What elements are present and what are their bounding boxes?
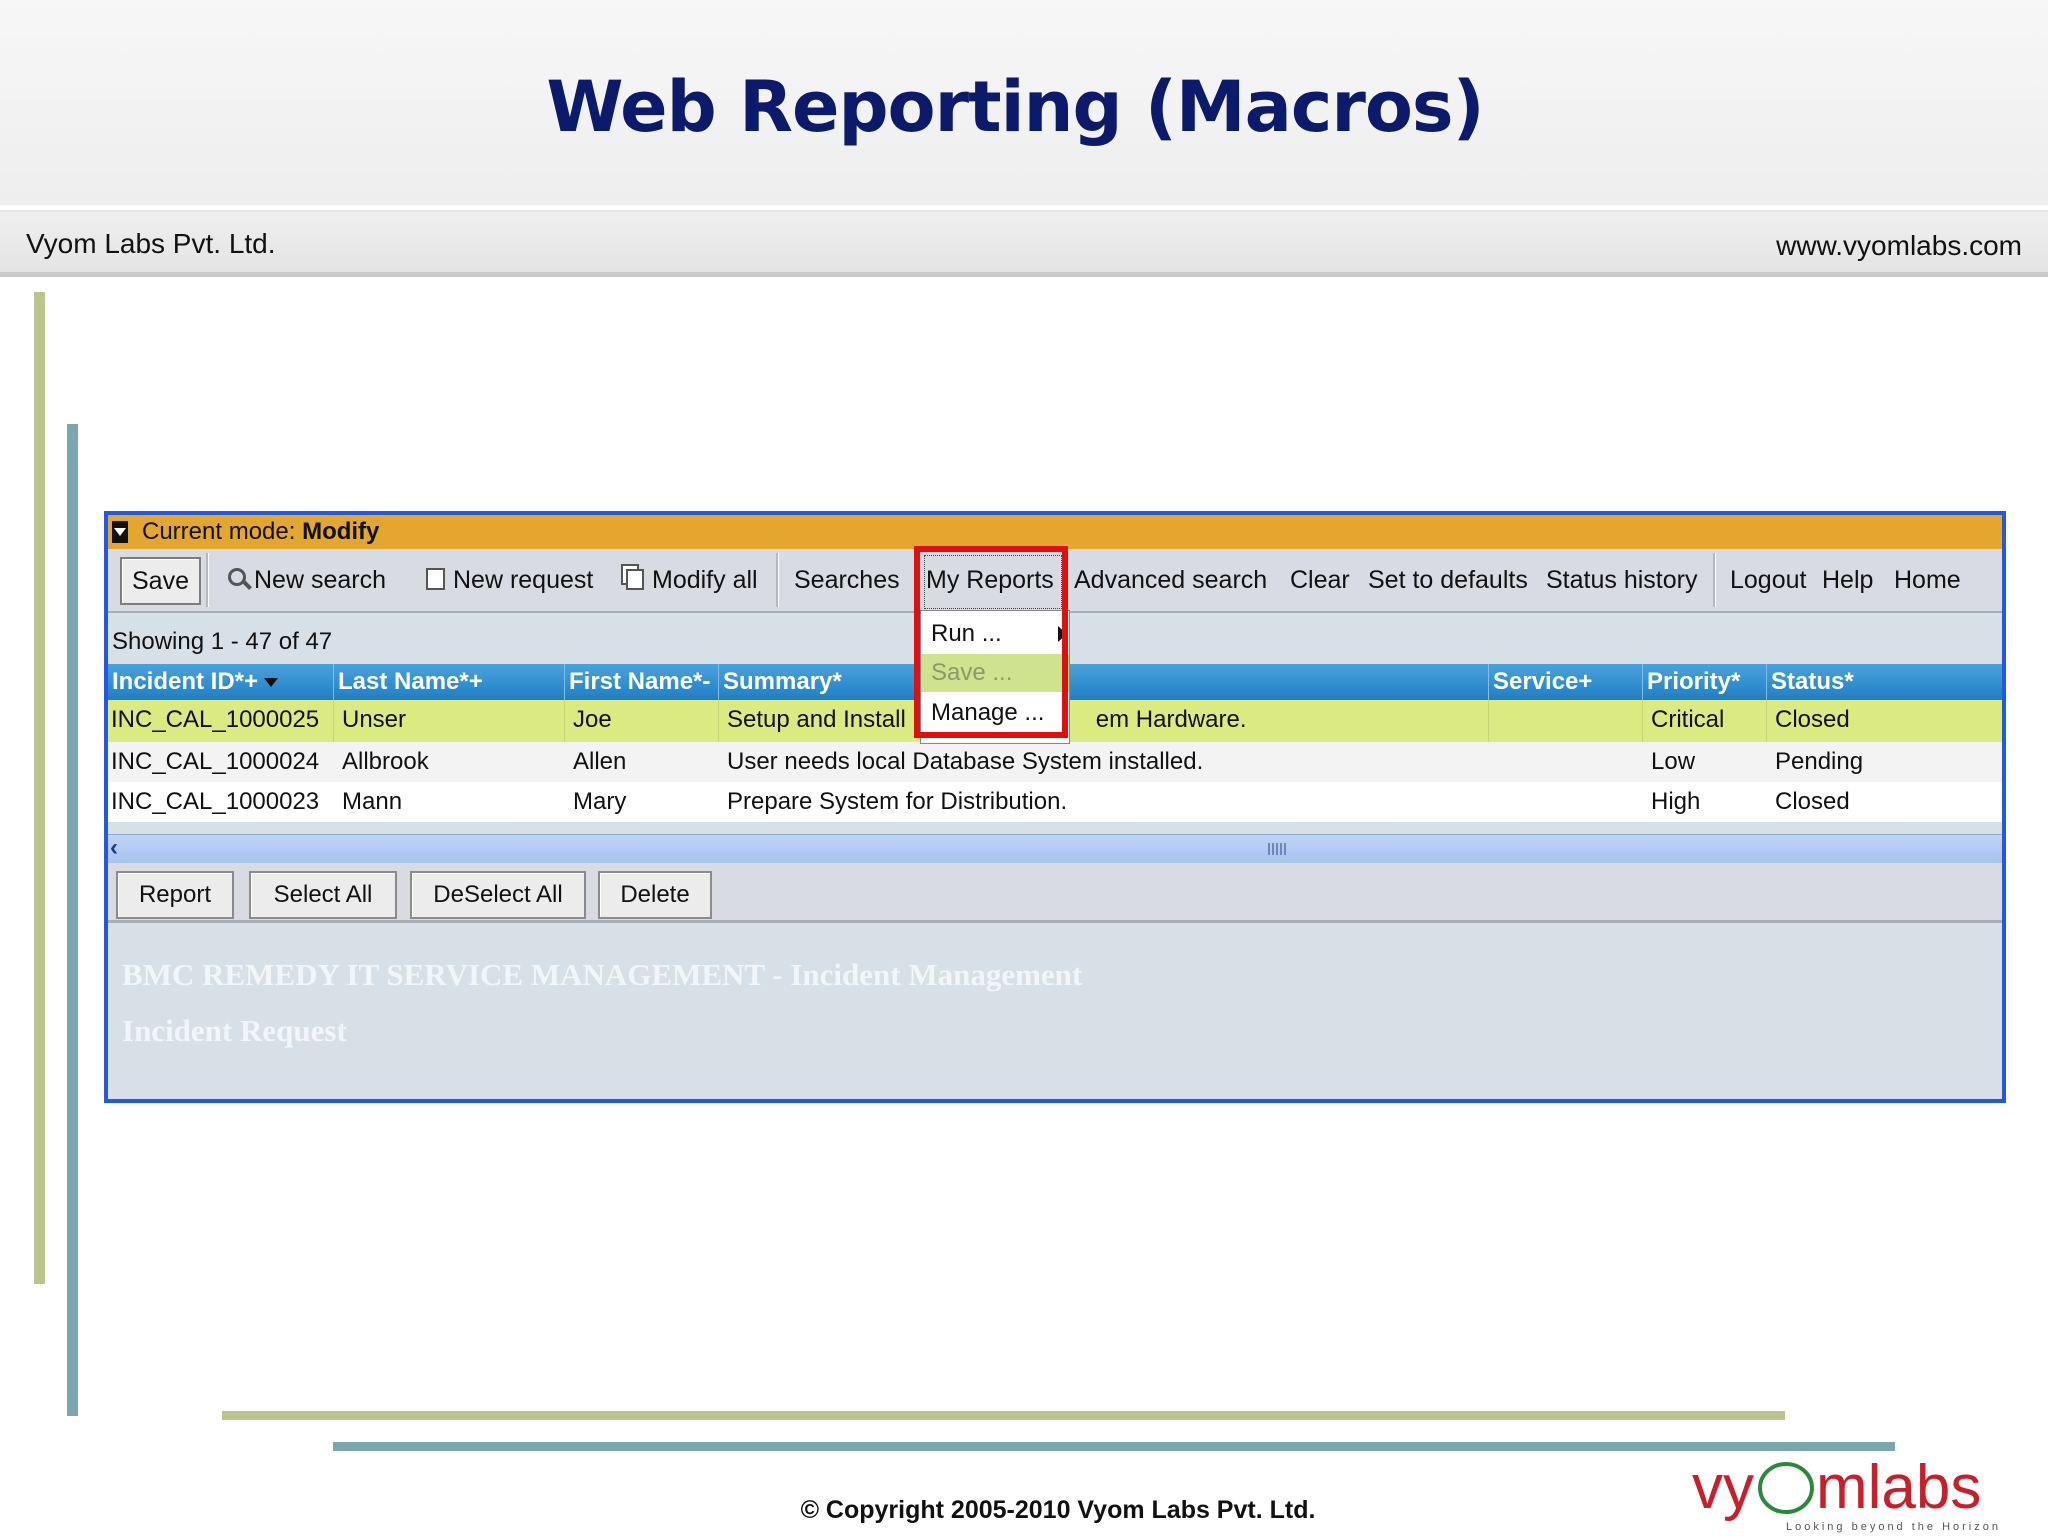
- toolbar-separator: [206, 553, 209, 607]
- sort-descending-icon: [264, 678, 279, 688]
- cell-incident-id: INC_CAL_1000025: [108, 700, 334, 742]
- cell-first-name: Allen: [573, 748, 627, 775]
- cell-priority: Low: [1651, 748, 1696, 775]
- svg-text:vy: vy: [1692, 1453, 1754, 1522]
- table-actions-bar: Report Select All DeSelect All Delete: [108, 864, 2002, 923]
- select-all-button[interactable]: Select All: [249, 871, 397, 919]
- scrollbar-grip[interactable]: [1268, 843, 1286, 855]
- magnifier-icon: [228, 568, 246, 587]
- home-link[interactable]: Home: [1894, 566, 1961, 595]
- advanced-search-link[interactable]: Advanced search: [1074, 566, 1267, 595]
- decor-vertical-bar-teal: [67, 424, 78, 1416]
- report-button[interactable]: Report: [116, 871, 234, 919]
- mode-label: Current mode:: [142, 518, 296, 545]
- cell-priority: High: [1651, 788, 1701, 815]
- column-header-last-name[interactable]: Last Name*+: [334, 664, 565, 700]
- new-request-label: New request: [453, 566, 594, 594]
- website-url: www.vyomlabs.com: [1776, 230, 2022, 261]
- chevron-left-icon[interactable]: ‹: [110, 836, 136, 861]
- toolbar-separator: [1713, 553, 1716, 607]
- help-link[interactable]: Help: [1822, 566, 1873, 595]
- delete-button[interactable]: Delete: [598, 871, 712, 919]
- deselect-all-button[interactable]: DeSelect All: [410, 871, 586, 919]
- cell-incident-id: INC_CAL_1000024: [111, 748, 320, 775]
- collapse-toggle-icon[interactable]: [112, 521, 128, 543]
- svg-text:mlabs: mlabs: [1816, 1453, 1981, 1522]
- clear-link[interactable]: Clear: [1290, 566, 1350, 595]
- cell-incident-id: INC_CAL_1000023: [111, 788, 320, 815]
- column-header-first-name[interactable]: First Name*-: [565, 664, 719, 700]
- menu-item-run-label: Run ...: [931, 620, 1002, 647]
- column-header-status[interactable]: Status*: [1767, 664, 2002, 700]
- cell-last-name: Unser: [334, 700, 565, 742]
- menu-item-manage[interactable]: Manage ...: [921, 694, 1069, 732]
- product-banner: BMC REMEDY IT SERVICE MANAGEMENT - Incid…: [122, 957, 1083, 992]
- column-label: Incident ID*+: [112, 668, 259, 695]
- cell-first-name: Joe: [565, 700, 719, 742]
- mode-bar: Current mode: Modify: [108, 515, 2002, 549]
- modify-all-label: Modify all: [652, 566, 758, 594]
- my-reports-dropdown: Run ... Save ... Manage ...: [920, 610, 1070, 744]
- decor-horizontal-bar-green: [222, 1411, 1785, 1420]
- new-search-label: New search: [254, 566, 386, 594]
- logout-link[interactable]: Logout: [1730, 566, 1806, 595]
- table-row[interactable]: INC_CAL_1000023 Mann Mary Prepare System…: [108, 782, 2002, 822]
- searches-menu[interactable]: Searches: [794, 566, 900, 595]
- save-button[interactable]: Save: [120, 557, 201, 605]
- menu-item-run[interactable]: Run ...: [921, 615, 1069, 653]
- cell-first-name: Mary: [573, 788, 627, 815]
- summary-text-start: Setup and Install: [727, 706, 906, 733]
- decor-horizontal-bar-teal: [333, 1442, 1895, 1451]
- cell-summary: Prepare System for Distribution.: [727, 788, 1068, 815]
- cell-service: [1489, 782, 1643, 822]
- vyomlabs-logo: vy mlabs Looking beyond the Horizon: [1692, 1453, 2001, 1533]
- submenu-arrow-icon: [1058, 626, 1067, 642]
- cell-summary: User needs local Database System install…: [727, 748, 1204, 775]
- svg-text:Looking beyond the Horizon: Looking beyond the Horizon: [1786, 1521, 2001, 1533]
- copy-icon: [626, 568, 644, 590]
- set-to-defaults-link[interactable]: Set to defaults: [1368, 566, 1528, 595]
- cell-priority: Critical: [1643, 700, 1767, 742]
- modify-all-button[interactable]: Modify all: [626, 566, 758, 595]
- table-row[interactable]: INC_CAL_1000024 Allbrook Allen User need…: [108, 742, 2002, 782]
- horizontal-scrollbar[interactable]: ‹: [108, 834, 2002, 863]
- my-reports-focus-outline: [924, 555, 1062, 609]
- cell-summary: Setup and Install em Hardware.: [719, 700, 1489, 742]
- status-history-link[interactable]: Status history: [1546, 566, 1697, 595]
- cell-status: Closed: [1775, 706, 1850, 733]
- slide-title: Web Reporting (Macros): [546, 66, 1484, 148]
- decor-vertical-bar-green: [34, 292, 45, 1284]
- remedy-screenshot: Current mode: Modify Save New search New…: [104, 511, 2006, 1103]
- toolbar-separator: [776, 553, 779, 607]
- column-header-summary[interactable]: Summary*: [719, 664, 1489, 700]
- results-count: Showing 1 - 47 of 47: [112, 628, 333, 655]
- document-icon: [426, 568, 445, 591]
- column-header-service[interactable]: Service+: [1489, 664, 1643, 700]
- column-header-priority[interactable]: Priority*: [1643, 664, 1767, 700]
- mode-value: Modify: [302, 518, 380, 545]
- cell-service: [1489, 742, 1643, 782]
- cell-status: Closed: [1775, 788, 1850, 815]
- menu-item-save: Save ...: [921, 654, 1069, 692]
- cell-last-name: Allbrook: [342, 748, 429, 775]
- info-strip: Vyom Labs Pvt. Ltd. www.vyomlabs.com: [0, 210, 2048, 277]
- new-search-button[interactable]: New search: [228, 566, 386, 595]
- summary-text-end: em Hardware.: [1095, 706, 1247, 733]
- company-name: Vyom Labs Pvt. Ltd.: [26, 228, 276, 259]
- cell-status: Pending: [1775, 748, 1864, 775]
- form-name-banner: Incident Request: [122, 1013, 347, 1048]
- new-request-button[interactable]: New request: [426, 566, 593, 595]
- column-header-incident-id[interactable]: Incident ID*+: [108, 664, 334, 700]
- cell-last-name: Mann: [342, 788, 403, 815]
- cell-service: [1489, 700, 1643, 742]
